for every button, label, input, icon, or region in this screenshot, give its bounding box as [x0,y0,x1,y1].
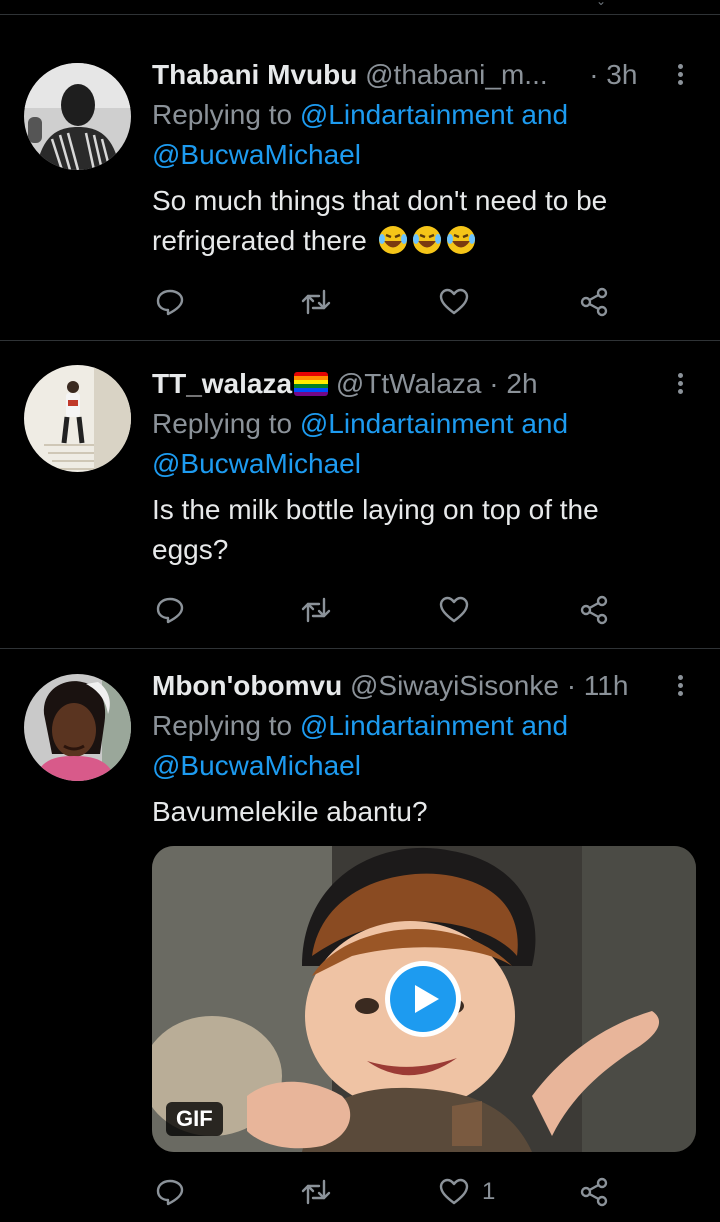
tweet-time[interactable]: · 2h [489,368,537,399]
tweet-text: So much things that don't need to be ref… [152,181,690,261]
tweet-header: TT_walaza @TtWalaza · 2h [152,364,690,404]
reply-button[interactable] [154,282,186,322]
reply-icon [156,597,184,624]
tweet-header: Mbon'obomvu @SiwayiSisonke · 11h [152,666,690,706]
reply-button[interactable] [154,1172,186,1212]
replying-prefix: Replying to [152,710,293,741]
heart-icon [439,1178,469,1205]
tweet-3[interactable]: Mbon'obomvu @SiwayiSisonke · 11h Replyin… [0,649,720,1222]
heart-icon [439,596,469,623]
and-text: and [521,710,569,741]
avatar[interactable] [24,63,131,170]
share-icon [580,595,608,625]
like-count: 1 [482,1178,496,1205]
tweet-text-line: So much things that don't need to be [152,185,608,216]
play-icon [415,985,439,1013]
retweet-icon [301,1179,331,1205]
chevron-down-icon: ⌄ [596,0,607,8]
and-text: and [521,99,569,130]
retweet-button[interactable] [300,282,332,322]
more-options-icon[interactable] [670,55,690,95]
more-options-icon[interactable] [670,666,690,706]
reply-icon [156,1179,184,1206]
tweet-1[interactable]: Thabani Mvubu @thabani_m... · 3h Replyin… [0,40,720,340]
share-icon [580,1177,608,1207]
share-button[interactable] [578,590,610,630]
tweet-actions: 1 [152,1172,622,1212]
rainbow-flag-icon [294,372,329,396]
replying-prefix: Replying to [152,99,293,130]
avatar[interactable] [24,674,131,781]
tweet-text-line: Bavumelekile abantu? [152,796,428,827]
mention-link[interactable]: @Lindartainment [300,408,514,439]
retweet-icon [301,597,331,623]
like-button[interactable] [438,282,482,322]
replying-to: Replying to @Lindartainment and @BucwaMi… [152,95,690,175]
retweet-button[interactable] [300,590,332,630]
tweet-text-line: eggs? [152,534,229,565]
mention-link[interactable]: @BucwaMichael [152,139,361,170]
tweet-actions [152,590,622,630]
tweet-2[interactable]: TT_walaza @TtWalaza · 2h Replying to @Li… [0,341,720,648]
reply-icon [156,289,184,316]
share-button[interactable] [578,282,610,322]
tweet-text-line: refrigerated there [152,225,367,256]
and-text: and [521,408,569,439]
laughing-emoji-icon [375,225,477,256]
gif-badge: GIF [166,1102,223,1136]
mention-link[interactable]: @Lindartainment [300,710,514,741]
like-button[interactable] [438,590,482,630]
play-button[interactable] [385,961,461,1037]
reply-button[interactable] [154,590,186,630]
replying-to: Replying to @Lindartainment and @BucwaMi… [152,706,690,786]
tweet-time[interactable]: · 3h [589,59,637,90]
tweet-text: Is the milk bottle laying on top of the … [152,490,690,570]
tweet-actions [152,282,622,322]
author-name[interactable]: Thabani Mvubu [152,59,357,90]
more-options-icon[interactable] [670,364,690,404]
share-button[interactable] [578,1172,610,1212]
tweet-header: Thabani Mvubu @thabani_m... · 3h [152,55,690,95]
like-button[interactable]: 1 [438,1172,495,1212]
previous-tweet-edge: ⌄ [0,0,720,15]
share-icon [580,287,608,317]
gif-media[interactable]: GIF [152,846,696,1152]
tweet-time[interactable]: · 11h [567,670,629,701]
retweet-button[interactable] [300,1172,332,1212]
author-handle[interactable]: @thabani_m... [365,59,548,90]
author-handle[interactable]: @SiwayiSisonke [350,670,559,701]
replying-to: Replying to @Lindartainment and @BucwaMi… [152,404,690,484]
mention-link[interactable]: @BucwaMichael [152,448,361,479]
heart-icon [439,288,469,315]
mention-link[interactable]: @BucwaMichael [152,750,361,781]
avatar[interactable] [24,365,131,472]
tweet-text-line: Is the milk bottle laying on top of the [152,494,599,525]
author-handle[interactable]: @TtWalaza [336,368,482,399]
author-name[interactable]: Mbon'obomvu [152,670,342,701]
tweet-text: Bavumelekile abantu? [152,792,690,832]
mention-link[interactable]: @Lindartainment [300,99,514,130]
replying-prefix: Replying to [152,408,293,439]
author-name[interactable]: TT_walaza [152,368,292,399]
retweet-icon [301,289,331,315]
